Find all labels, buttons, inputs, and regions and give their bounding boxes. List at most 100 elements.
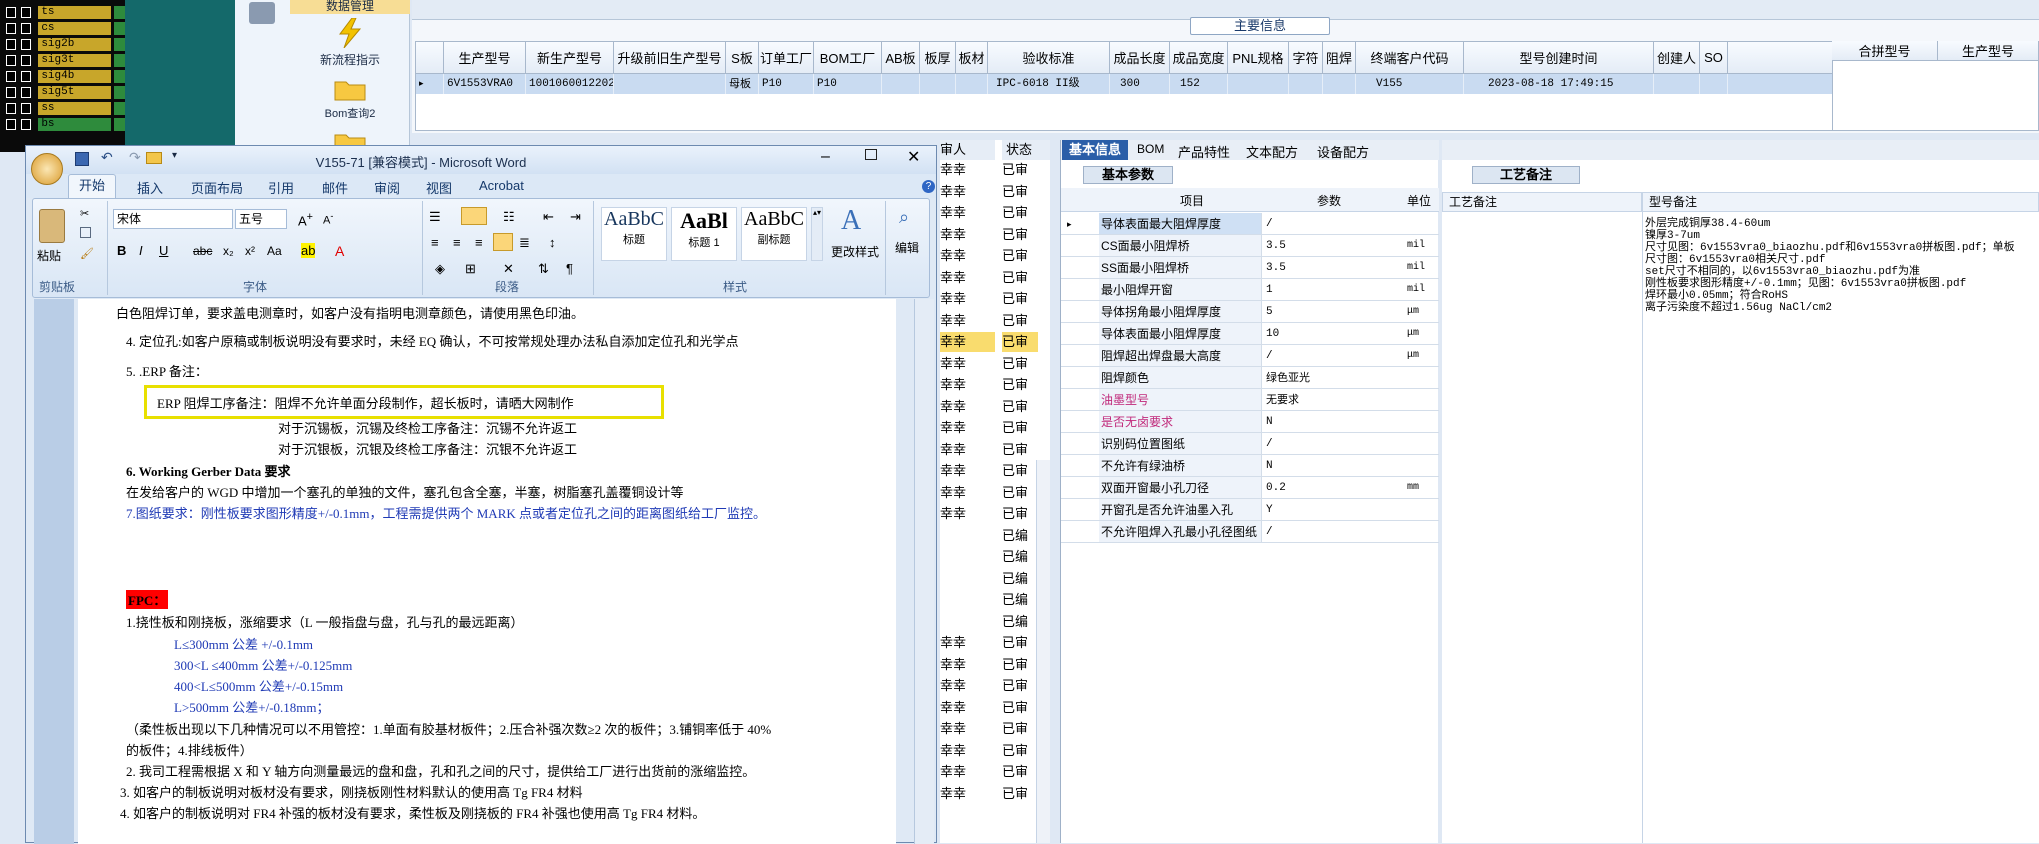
list-item-approver[interactable]: 幸幸	[940, 203, 995, 223]
column-header[interactable]: 订单工厂	[759, 42, 814, 74]
list-item-approver[interactable]: 幸幸	[940, 182, 995, 202]
checkbox-icon[interactable]	[21, 7, 32, 18]
launcher-top-label[interactable]: 数据管理	[290, 0, 410, 14]
table-cell[interactable]	[1289, 74, 1323, 94]
list-item-status[interactable]: 已审核	[1002, 461, 1038, 481]
table-cell[interactable]: 10010600122028	[526, 74, 614, 94]
list-item-status[interactable]: 已编号	[1002, 526, 1038, 546]
list-item-approver[interactable]: 幸幸	[940, 676, 995, 696]
numbering-icon[interactable]	[461, 207, 487, 225]
list-item-status[interactable]: 已编号	[1002, 547, 1038, 567]
layer-row[interactable]: sig2b	[0, 37, 125, 52]
layer-row[interactable]: cs	[0, 21, 125, 36]
checkbox-icon[interactable]	[6, 39, 17, 50]
style-heading-1[interactable]: AaBl 标题 1	[671, 207, 737, 261]
column-header[interactable]: 工艺备注	[1442, 192, 1642, 212]
param-value[interactable]: 1	[1262, 279, 1402, 301]
scrollbar[interactable]	[1036, 460, 1050, 843]
tab-mailings[interactable]: 邮件	[322, 178, 348, 197]
param-row[interactable]: 油墨型号 无要求	[1061, 389, 1439, 411]
list-item-status[interactable]: 已审核	[1002, 784, 1038, 804]
table-cell[interactable]: 300	[1110, 74, 1170, 94]
layer-row[interactable]: bs	[0, 117, 125, 132]
column-header[interactable]: 板厚	[920, 42, 956, 74]
color-swatch[interactable]	[114, 118, 125, 131]
tab-page-layout[interactable]: 页面布局	[191, 178, 243, 197]
column-header[interactable]: 审人	[940, 140, 995, 160]
style-subtitle[interactable]: AaBbC 副标题	[741, 207, 807, 261]
param-value[interactable]: 3.5	[1262, 257, 1402, 279]
column-header[interactable]: 创建人	[1654, 42, 1700, 74]
list-item-status[interactable]: 已审核	[1002, 397, 1038, 417]
color-swatch[interactable]	[114, 102, 125, 115]
list-item-status[interactable]: 已审核	[1002, 332, 1038, 352]
list-item-approver[interactable]: 幸幸	[940, 698, 995, 718]
subscript-icon[interactable]: x₂	[223, 244, 234, 258]
table-cell[interactable]: V155	[1356, 74, 1464, 94]
underline-icon[interactable]: U	[159, 243, 168, 258]
list-item-approver[interactable]: 幸幸	[940, 225, 995, 245]
list-item-status[interactable]: 已审核	[1002, 762, 1038, 782]
checkbox-icon[interactable]	[6, 71, 17, 82]
checkbox-icon[interactable]	[21, 103, 32, 114]
format-painter-icon[interactable]: 🖌	[80, 247, 94, 260]
checkbox-icon[interactable]	[21, 39, 32, 50]
strikethrough-icon[interactable]: abc	[193, 244, 212, 258]
table-cell[interactable]	[1700, 74, 1728, 94]
column-header[interactable]: AB板	[882, 42, 920, 74]
param-row[interactable]: 导体拐角最小阻焊厚度 5 μm	[1061, 301, 1439, 323]
param-row[interactable]: CS面最小阻焊桥 3.5 mil	[1061, 235, 1439, 257]
list-item-status[interactable]: 已审核	[1002, 289, 1038, 309]
param-value[interactable]: 无要求	[1262, 389, 1402, 411]
paste-icon[interactable]	[39, 209, 65, 243]
column-header[interactable]: 型号创建时间	[1464, 42, 1654, 74]
list-item-status[interactable]: 已审核	[1002, 418, 1038, 438]
column-header[interactable]: 终端客户代码	[1356, 42, 1464, 74]
font-name-select[interactable]: 宋体	[113, 209, 233, 229]
layer-row[interactable]: sig3t	[0, 53, 125, 68]
list-item-approver[interactable]: 幸幸	[940, 332, 995, 352]
align-right-icon[interactable]: ≡	[475, 235, 483, 250]
checkbox-icon[interactable]	[6, 23, 17, 34]
change-styles-icon[interactable]: A	[841, 205, 861, 237]
column-header[interactable]: PNL规格	[1228, 42, 1289, 74]
tab-insert[interactable]: 插入	[137, 178, 163, 197]
color-swatch[interactable]	[114, 86, 125, 99]
param-row[interactable]: 是否无卤要求 N	[1061, 411, 1439, 433]
show-marks-icon[interactable]: ¶	[566, 261, 573, 276]
borders-icon[interactable]: ⊞	[465, 261, 476, 277]
tab-device-recipe[interactable]: 设备配方	[1317, 142, 1369, 161]
column-header[interactable]: 升级前旧生产型号	[614, 42, 726, 74]
list-item-approver[interactable]: 幸幸	[940, 268, 995, 288]
list-item-approver[interactable]: 幸幸	[940, 289, 995, 309]
column-header[interactable]: 生产型号	[444, 42, 526, 74]
checkbox-icon[interactable]	[21, 23, 32, 34]
document-page[interactable]: 白色阻焊订单，要求盖电测章时，如客户没有指明电测章颜色，请使用黑色印油。 4. …	[78, 299, 896, 844]
decrease-indent-icon[interactable]: ⇤	[543, 209, 554, 225]
tab-references[interactable]: 引用	[268, 178, 294, 197]
list-item-approver[interactable]: 幸幸	[940, 655, 995, 675]
sort-icon[interactable]: ⇅	[538, 261, 549, 277]
list-item-status[interactable]: 已审核	[1002, 203, 1038, 223]
edit-button[interactable]: 编辑	[895, 239, 919, 256]
font-color-icon[interactable]: A	[335, 243, 344, 259]
column-header[interactable]: 阻焊	[1323, 42, 1356, 74]
checkbox-icon[interactable]	[21, 87, 32, 98]
table-cell[interactable]: IPC-6018 II级	[988, 74, 1110, 94]
table-cell[interactable]: P10	[759, 74, 814, 94]
param-row[interactable]: 识别码位置图纸 /	[1061, 433, 1439, 455]
param-row[interactable]: 最小阻焊开窗 1 mil	[1061, 279, 1439, 301]
list-item-approver[interactable]: 幸幸	[940, 354, 995, 374]
table-cell[interactable]	[1654, 74, 1700, 94]
list-item-status[interactable]: 已审核	[1002, 504, 1038, 524]
shrink-font-icon[interactable]: A-	[323, 211, 333, 227]
list-item-status[interactable]: 已审核	[1002, 375, 1038, 395]
list-item-approver[interactable]	[940, 526, 995, 546]
column-header[interactable]: 成品长度	[1110, 42, 1170, 74]
list-item-approver[interactable]: 幸幸	[940, 311, 995, 331]
list-item-approver[interactable]	[940, 569, 995, 589]
list-item-status[interactable]: 已审核	[1002, 719, 1038, 739]
param-row[interactable]: 导体表面最小阻焊厚度 10 μm	[1061, 323, 1439, 345]
column-header[interactable]: 单位	[1407, 192, 1431, 209]
table-cell[interactable]: 母板	[726, 74, 759, 94]
